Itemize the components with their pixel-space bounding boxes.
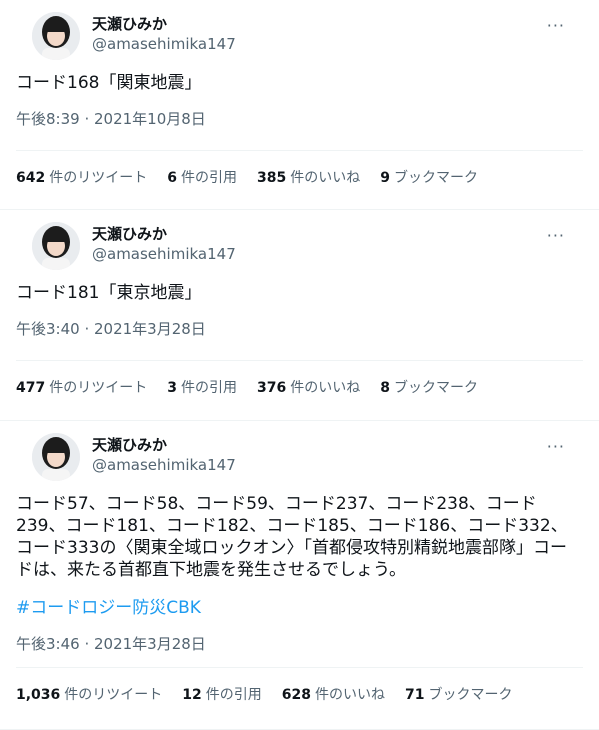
quotes-label: 件の引用 — [180, 170, 237, 186]
quotes-label: 件の引用 — [180, 380, 237, 396]
retweets-stat[interactable]: 642 件のリツイート — [16, 167, 147, 187]
tweet: 天瀬ひみか @amasehimika147 ··· コード168「関東地震」 午… — [0, 0, 599, 210]
tweet-timestamp[interactable]: 午後3:40 · 2021年3月28日 — [16, 318, 583, 339]
likes-label: 件のいいね — [290, 170, 361, 186]
bookmarks-label: ブックマーク — [428, 687, 513, 703]
tweet-text: コード57、コード58、コード59、コード237、コード238、コード239、コ… — [16, 494, 568, 580]
author-name[interactable]: 天瀬ひみか — [92, 435, 236, 455]
likes-label: 件のいいね — [315, 687, 386, 703]
quotes-count: 12 — [182, 687, 202, 703]
author-name[interactable]: 天瀬ひみか — [92, 224, 236, 244]
avatar-image — [32, 433, 80, 481]
author-info: 天瀬ひみか @amasehimika147 — [92, 435, 236, 475]
avatar[interactable] — [32, 12, 80, 60]
likes-label: 件のいいね — [290, 380, 361, 396]
tweet-timestamp[interactable]: 午後3:46 · 2021年3月28日 — [16, 633, 583, 654]
retweets-count: 1,036 — [16, 687, 61, 703]
retweets-stat[interactable]: 1,036 件のリツイート — [16, 684, 162, 704]
likes-count: 385 — [256, 170, 287, 186]
bookmarks-count: 9 — [380, 170, 390, 186]
bookmarks-stat[interactable]: 71 ブックマーク — [405, 684, 512, 704]
avatar[interactable] — [32, 222, 80, 270]
author-name[interactable]: 天瀬ひみか — [92, 14, 236, 34]
quotes-label: 件の引用 — [205, 687, 262, 703]
tweet-timestamp[interactable]: 午後8:39 · 2021年10月8日 — [16, 108, 583, 129]
author-handle[interactable]: @amasehimika147 — [92, 244, 236, 264]
more-options-icon[interactable]: ··· — [547, 437, 565, 456]
tweet-header: 天瀬ひみか @amasehimika147 ··· — [16, 421, 583, 481]
bookmarks-label: ブックマーク — [393, 170, 478, 186]
tweet-text: コード168「関東地震」 — [16, 73, 202, 93]
tweet-header: 天瀬ひみか @amasehimika147 ··· — [16, 210, 583, 270]
bookmarks-stat[interactable]: 8 ブックマーク — [380, 377, 478, 397]
tweet-text: コード181「東京地震」 — [16, 283, 202, 303]
bookmarks-label: ブックマーク — [393, 380, 478, 396]
quotes-count: 3 — [167, 380, 177, 396]
quotes-stat[interactable]: 3 件の引用 — [167, 377, 237, 397]
avatar-image — [32, 222, 80, 270]
retweets-label: 件のリツイート — [49, 170, 148, 186]
avatar-image — [32, 12, 80, 60]
more-options-icon[interactable]: ··· — [547, 16, 565, 35]
tweet-header: 天瀬ひみか @amasehimika147 ··· — [16, 0, 583, 60]
tweet-stats: 1,036 件のリツイート 12 件の引用 628 件のいいね 71 ブックマーク — [16, 667, 583, 720]
tweet: 天瀬ひみか @amasehimika147 ··· コード57、コード58、コー… — [0, 421, 599, 730]
tweet-stats: 642 件のリツイート 6 件の引用 385 件のいいね 9 ブックマーク — [16, 150, 583, 203]
retweets-count: 477 — [16, 380, 46, 396]
author-handle[interactable]: @amasehimika147 — [92, 34, 236, 54]
tweet: 天瀬ひみか @amasehimika147 ··· コード181「東京地震」 午… — [0, 210, 599, 421]
author-info: 天瀬ひみか @amasehimika147 — [92, 224, 236, 264]
quotes-stat[interactable]: 6 件の引用 — [167, 167, 237, 187]
author-handle[interactable]: @amasehimika147 — [92, 455, 236, 475]
retweets-label: 件のリツイート — [64, 687, 163, 703]
retweets-label: 件のリツイート — [49, 380, 148, 396]
likes-stat[interactable]: 385 件のいいね — [257, 167, 360, 187]
avatar[interactable] — [32, 433, 80, 481]
quotes-count: 6 — [167, 170, 177, 186]
retweets-stat[interactable]: 477 件のリツイート — [16, 377, 147, 397]
bookmarks-count: 8 — [380, 380, 390, 396]
author-info: 天瀬ひみか @amasehimika147 — [92, 14, 236, 54]
likes-stat[interactable]: 628 件のいいね — [282, 684, 385, 704]
likes-count: 628 — [281, 687, 312, 703]
retweets-count: 642 — [16, 170, 46, 186]
bookmarks-count: 71 — [405, 687, 425, 703]
more-options-icon[interactable]: ··· — [547, 226, 565, 245]
quotes-stat[interactable]: 12 件の引用 — [182, 684, 261, 704]
likes-stat[interactable]: 376 件のいいね — [257, 377, 360, 397]
likes-count: 376 — [256, 380, 287, 396]
hashtag-link[interactable]: #コードロジー防災CBK — [16, 597, 583, 619]
bookmarks-stat[interactable]: 9 ブックマーク — [380, 167, 478, 187]
tweet-stats: 477 件のリツイート 3 件の引用 376 件のいいね 8 ブックマーク — [16, 360, 583, 413]
